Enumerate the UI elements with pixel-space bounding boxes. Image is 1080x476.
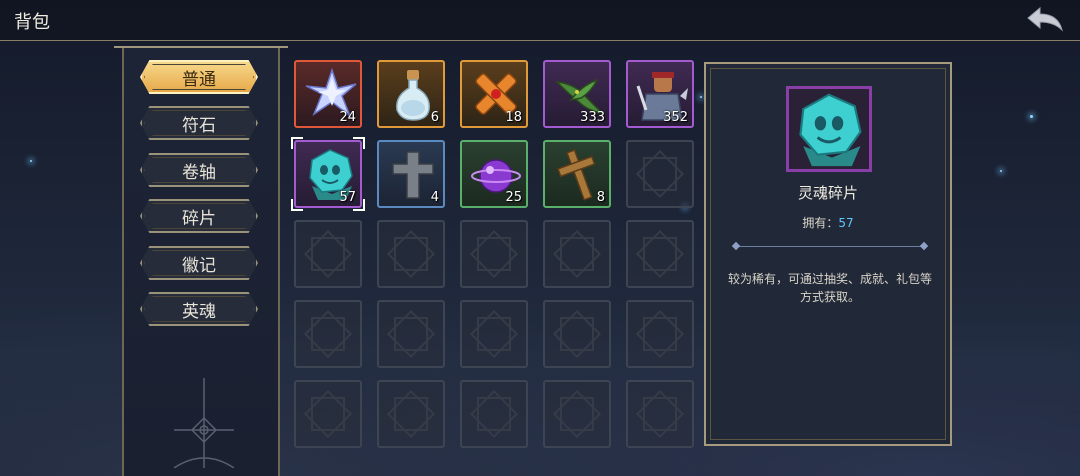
inventory-slot[interactable]: 8 [543,140,611,208]
detail-owned-count: 拥有：57 [706,214,950,231]
inventory-slot-selected[interactable]: 57 [291,137,365,211]
tab-scroll[interactable]: 卷轴 [140,153,258,187]
tab-label: 符石 [182,115,216,136]
empty-slot[interactable] [460,220,528,288]
detail-description: 较为稀有，可通过抽奖、成就、礼包等方式获取。 [728,272,933,304]
empty-slot[interactable] [294,380,362,448]
category-tabs-panel: 普通 符石 卷轴 碎片 徽记 英魂 [122,48,280,476]
item-count: 18 [505,110,522,125]
owned-value: 57 [838,216,854,230]
inventory-slot[interactable]: 352 [626,60,694,128]
tab-label: 英魂 [182,301,216,322]
inventory-slot[interactable]: 6 [377,60,445,128]
selection-corner [291,199,303,211]
item-count: 25 [505,190,522,205]
item-count: 6 [430,110,439,125]
empty-slot[interactable] [460,380,528,448]
empty-slot[interactable] [460,300,528,368]
empty-slot[interactable] [626,300,694,368]
tab-label: 碎片 [182,208,216,229]
item-count: 8 [596,190,605,205]
empty-slot[interactable] [377,220,445,288]
star-sparkle [30,160,32,162]
tab-general[interactable]: 普通 [140,60,258,94]
empty-slot[interactable] [294,220,362,288]
empty-slot[interactable] [543,300,611,368]
item-detail-panel: 灵魂碎片 拥有：57 较为稀有，可通过抽奖、成就、礼包等方式获取。 [704,62,952,446]
selection-corner [353,199,365,211]
page-title: 背包 [14,12,50,33]
ornament-icon [173,378,235,468]
owned-label: 拥有： [802,216,839,230]
detail-item-frame [786,86,872,172]
star-sparkle [1030,115,1033,118]
selection-corner [353,137,365,149]
tab-fragment[interactable]: 碎片 [140,199,258,233]
inventory-slot[interactable]: 18 [460,60,528,128]
selection-corner [291,137,303,149]
item-count: 352 [663,110,688,125]
empty-slot[interactable] [377,300,445,368]
tab-runestone[interactable]: 符石 [140,106,258,140]
inventory-slot[interactable]: 24 [294,60,362,128]
empty-slot[interactable] [543,380,611,448]
empty-slot[interactable] [626,220,694,288]
empty-slot[interactable] [294,300,362,368]
empty-slot[interactable] [626,380,694,448]
star-sparkle [1000,170,1002,172]
empty-slot[interactable] [543,220,611,288]
item-count: 4 [430,190,439,205]
back-arrow-icon [1027,6,1063,32]
empty-slot[interactable] [626,140,694,208]
back-button[interactable] [1026,6,1066,34]
item-count: 24 [339,110,356,125]
star-sparkle [700,96,702,98]
detail-item-name: 灵魂碎片 [797,184,858,202]
tab-label: 普通 [182,69,216,90]
empty-slot[interactable] [377,380,445,448]
item-count: 333 [580,110,605,125]
tab-emblem[interactable]: 徽记 [140,246,258,280]
tab-hero-soul[interactable]: 英魂 [140,292,258,326]
tab-label: 徽记 [182,255,216,276]
inventory-slot[interactable]: 333 [543,60,611,128]
inventory-slot[interactable]: 4 [377,140,445,208]
top-bar: 背包 [0,0,1080,41]
inventory-slot[interactable]: 25 [460,140,528,208]
soul-shard-icon [799,93,862,167]
tab-label: 卷轴 [182,162,216,183]
detail-divider [736,246,924,247]
